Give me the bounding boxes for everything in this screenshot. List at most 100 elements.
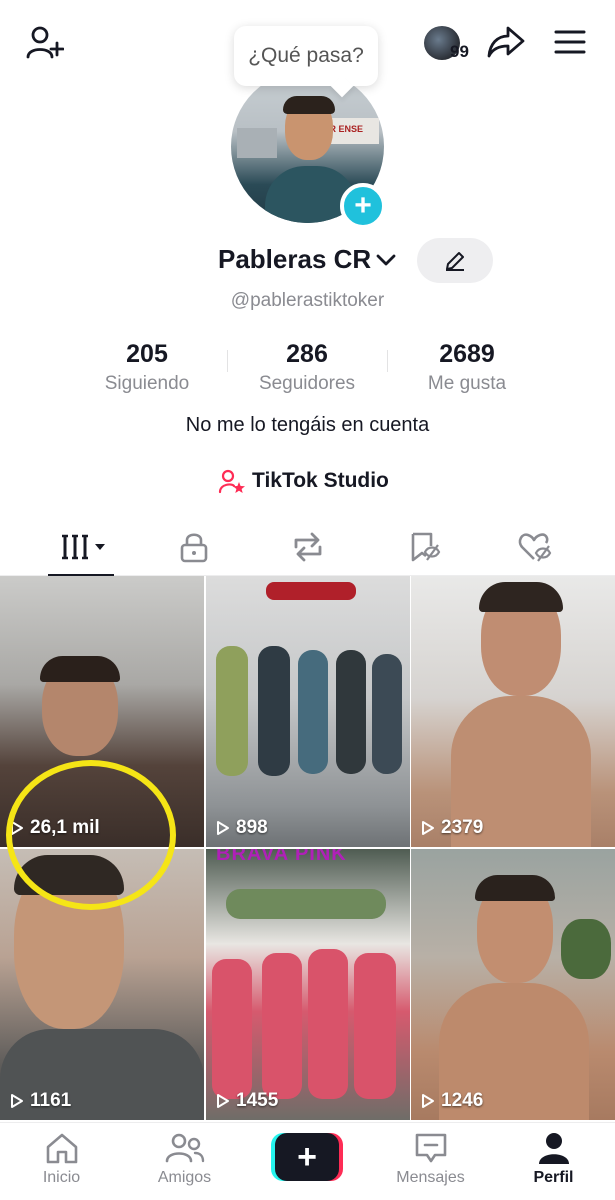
avatar-add-button[interactable]: + — [340, 183, 386, 229]
status-bubble[interactable]: ¿Qué pasa? — [234, 26, 378, 86]
nav-friends[interactable]: Amigos — [123, 1131, 246, 1187]
avatar-background-shape — [237, 128, 277, 158]
bottom-nav: Inicio Amigos + Mensajes Perfil — [0, 1122, 615, 1200]
stat-value: 205 — [126, 340, 168, 368]
tab-private[interactable] — [132, 518, 255, 576]
play-icon — [217, 1094, 229, 1108]
lock-icon — [180, 533, 207, 563]
thumbnail-person-shape — [372, 654, 402, 774]
name-row: Pableras CR — [0, 238, 615, 284]
bookmark-icon — [411, 532, 440, 562]
video-grid: 26,1 mil 898 2379 1161 BRAVA PINK 1455 1… — [0, 576, 615, 1122]
inbox-icon — [415, 1133, 446, 1163]
play-icon — [422, 821, 434, 835]
view-count: 898 — [216, 817, 268, 839]
play-icon — [11, 821, 23, 835]
play-icon — [422, 1094, 434, 1108]
play-icon — [217, 821, 229, 835]
friends-icon — [165, 1133, 204, 1163]
video-thumbnail[interactable]: 1246 — [411, 849, 615, 1120]
tiktok-studio-link[interactable]: TikTok Studio — [218, 466, 389, 496]
view-count-value: 898 — [236, 817, 268, 838]
view-count-value: 1161 — [30, 1090, 72, 1111]
share-button[interactable] — [484, 22, 528, 62]
thumbnail-roses-shape — [266, 582, 356, 600]
video-thumbnail[interactable]: BRAVA PINK 1455 — [206, 849, 410, 1120]
display-name: Pableras CR — [218, 244, 372, 274]
chevron-down-icon[interactable] — [374, 248, 398, 272]
tab-saved[interactable] — [362, 518, 485, 576]
liked-heart-icon — [518, 533, 551, 562]
tab-reposts[interactable] — [246, 518, 369, 576]
hamburger-menu-icon — [554, 30, 586, 54]
view-count: 2379 — [421, 817, 483, 839]
avatar-hair-shape — [283, 96, 335, 114]
home-icon — [46, 1133, 77, 1164]
tab-liked[interactable] — [474, 518, 597, 576]
video-thumbnail[interactable]: 26,1 mil — [0, 576, 204, 847]
view-count-value: 2379 — [441, 817, 484, 838]
view-count: 1455 — [216, 1090, 278, 1112]
thumbnail-person-shape — [258, 646, 290, 776]
studio-person-star-icon — [218, 469, 245, 494]
add-friend-button[interactable] — [22, 22, 66, 62]
notification-count: 99 — [450, 42, 469, 61]
stat-label: Siguiendo — [104, 373, 190, 394]
username: @pablerastiktoker — [230, 290, 385, 311]
view-count: 1161 — [10, 1090, 71, 1112]
share-arrow-icon — [487, 26, 525, 58]
stats-row: 205 Siguiendo 286 Seguidores 2689 Me gus… — [0, 340, 615, 400]
stat-following[interactable]: 205 Siguiendo — [67, 340, 227, 395]
thumbnail-person-shape — [262, 953, 302, 1099]
plus-icon: + — [354, 189, 372, 222]
nav-profile[interactable]: Perfil — [492, 1131, 615, 1187]
stat-likes[interactable]: 2689 Me gusta — [387, 340, 547, 395]
pencil-icon — [446, 251, 464, 271]
nav-inbox[interactable]: Mensajes — [369, 1131, 492, 1187]
profile-bio: No me lo tengáis en cuenta — [185, 414, 430, 436]
menu-button[interactable] — [550, 22, 590, 62]
create-plus-icon: + — [275, 1133, 339, 1181]
view-count-value: 1455 — [236, 1090, 279, 1111]
nav-label: Amigos — [157, 1169, 212, 1186]
stat-label: Me gusta — [427, 373, 507, 394]
view-count-value: 1246 — [441, 1090, 484, 1111]
edit-profile-button[interactable] — [417, 238, 493, 283]
thumbnail-hair-shape — [14, 855, 124, 895]
thumbnail-hair-shape — [479, 582, 563, 612]
person-add-icon — [26, 26, 64, 59]
stat-followers[interactable]: 286 Seguidores — [227, 340, 387, 395]
profile-icon — [538, 1133, 569, 1164]
view-count: 26,1 mil — [10, 817, 100, 839]
videos-grid-icon — [61, 534, 105, 560]
repost-icon — [294, 532, 321, 562]
profile-tabs — [0, 518, 615, 577]
thumbnail-person-shape — [212, 959, 252, 1099]
thumbnail-person-shape — [216, 646, 248, 776]
thumbnail-person-shape — [354, 953, 396, 1099]
video-thumbnail[interactable]: 2379 — [411, 576, 615, 847]
thumbnail-hair-shape — [475, 875, 555, 901]
view-count-value: 26,1 mil — [30, 817, 100, 838]
nav-label: Inicio — [42, 1169, 81, 1186]
thumbnail-person-shape — [308, 949, 348, 1099]
stat-label: Seguidores — [258, 373, 356, 394]
view-count: 1246 — [421, 1090, 483, 1112]
video-overlay-text: BRAVA PINK — [216, 849, 347, 865]
thumbnail-person-shape — [298, 650, 328, 774]
thumbnail-plant-shape — [561, 919, 611, 979]
nav-create-button[interactable]: + — [271, 1133, 343, 1181]
nav-label: Perfil — [533, 1169, 574, 1186]
thumbnail-person-shape — [336, 650, 366, 774]
nav-label: Mensajes — [396, 1169, 465, 1186]
thumbnail-plants-shape — [226, 889, 386, 919]
video-thumbnail[interactable]: 898 — [206, 576, 410, 847]
thumbnail-hair-shape — [40, 656, 120, 682]
tab-videos[interactable] — [22, 518, 145, 577]
play-icon — [11, 1094, 23, 1108]
nav-home[interactable]: Inicio — [0, 1131, 123, 1187]
stat-value: 2689 — [439, 340, 495, 368]
video-thumbnail[interactable]: 1161 — [0, 849, 204, 1120]
studio-label: TikTok Studio — [252, 469, 389, 492]
stat-value: 286 — [286, 340, 328, 368]
